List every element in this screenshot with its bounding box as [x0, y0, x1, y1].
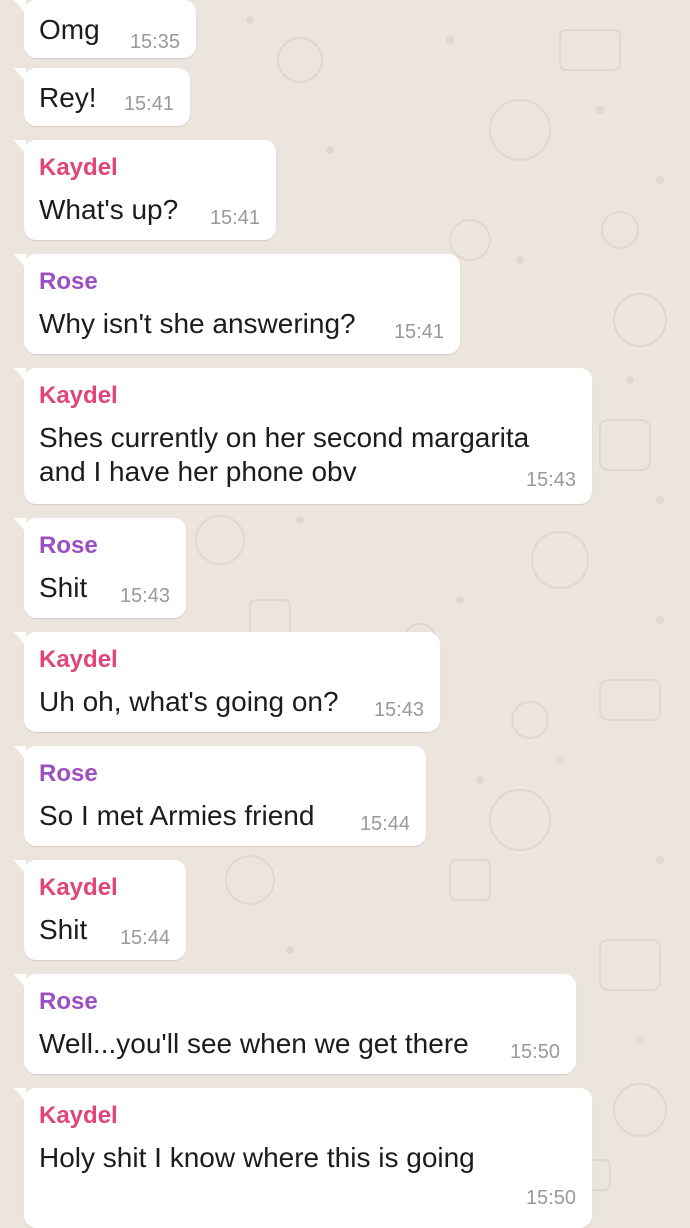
message-timestamp: 15:35: [129, 31, 180, 53]
message-timestamp: 15:41: [123, 93, 174, 115]
message-text: So I met Armies friend: [39, 800, 315, 831]
message-bubble[interactable]: Rose So I met Armies friend 15:44: [14, 746, 426, 846]
message-timestamp: 15:41: [209, 207, 260, 229]
message-bubble[interactable]: Rose Shit 15:43: [14, 518, 186, 618]
message-bubble[interactable]: Kaydel Uh oh, what's going on? 15:43: [14, 632, 440, 732]
message-timestamp: 15:43: [373, 699, 424, 721]
message-timestamp: 15:50: [525, 1187, 576, 1209]
message-timestamp: 15:50: [509, 1041, 560, 1063]
message-timestamp: 15:44: [119, 927, 170, 949]
sender-name: Rose: [39, 532, 98, 559]
message-bubble[interactable]: Kaydel Holy shit I know where this is go…: [14, 1088, 592, 1228]
message-bubble[interactable]: Kaydel What's up? 15:41: [14, 140, 276, 240]
message-timestamp: 15:43: [525, 469, 576, 491]
sender-name: Kaydel: [39, 646, 118, 673]
message-text: Shit: [39, 572, 88, 603]
message-text: Well...you'll see when we get there: [39, 1028, 469, 1059]
message-text: Holy shit I know where this is going: [39, 1142, 475, 1173]
message-text: and I have her phone obv: [39, 456, 357, 487]
message-bubble[interactable]: Rose Why isn't she answering? 15:41: [14, 254, 460, 354]
message-text: Shit: [39, 914, 88, 945]
sender-name: Rose: [39, 268, 98, 295]
message-text: Uh oh, what's going on?: [39, 686, 339, 717]
message-bubble[interactable]: Kaydel Shit 15:44: [14, 860, 186, 960]
message-text: Shes currently on her second margarita: [39, 422, 530, 453]
message-timestamp: 15:43: [119, 585, 170, 607]
sender-name: Kaydel: [39, 154, 118, 181]
message-bubble[interactable]: Rose Well...you'll see when we get there…: [14, 974, 576, 1074]
message-text: Why isn't she answering?: [39, 308, 356, 339]
message-timestamp: 15:41: [393, 321, 444, 343]
message-list: Omg 15:35 Rey! 15:41 Kaydel What's up? 1…: [0, 0, 690, 1228]
message-bubble[interactable]: Rey! 15:41: [14, 68, 190, 126]
message-text: Omg: [39, 14, 100, 45]
message-bubble[interactable]: Omg 15:35: [14, 0, 196, 58]
message-timestamp: 15:44: [359, 813, 410, 835]
sender-name: Rose: [39, 760, 98, 787]
sender-name: Kaydel: [39, 1102, 118, 1129]
sender-name: Kaydel: [39, 874, 118, 901]
message-bubble[interactable]: Kaydel Shes currently on her second marg…: [14, 368, 592, 504]
sender-name: Rose: [39, 988, 98, 1015]
sender-name: Kaydel: [39, 382, 118, 409]
message-text: Rey!: [39, 82, 97, 113]
message-text: What's up?: [39, 194, 179, 225]
